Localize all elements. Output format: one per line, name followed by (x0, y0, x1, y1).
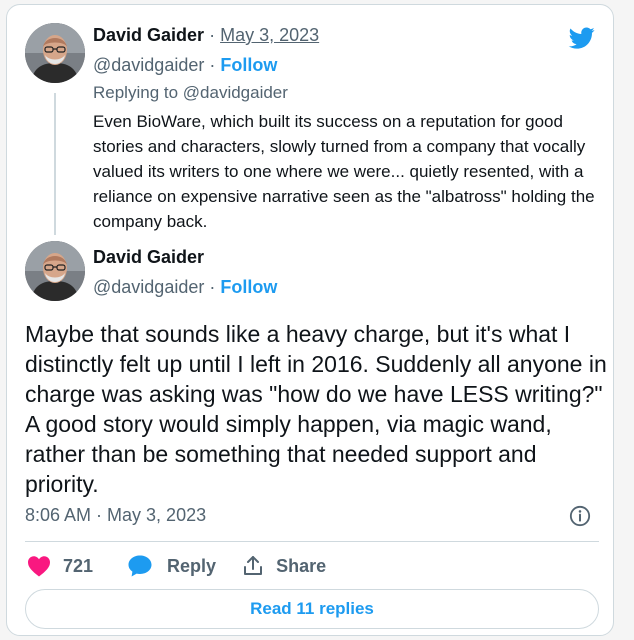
tweet-text: Maybe that sounds like a heavy charge, b… (25, 321, 607, 497)
tweet-date-link[interactable]: May 3, 2023 (220, 25, 319, 45)
twitter-bird-icon[interactable] (567, 25, 597, 51)
avatar[interactable] (25, 241, 85, 301)
thread-connector-line (54, 93, 56, 235)
replying-to-label[interactable]: Replying to @davidgaider (93, 83, 288, 103)
share-upload-icon (244, 556, 263, 575)
like-action[interactable]: 721 (27, 555, 127, 577)
tweet-embed-card: David Gaider · May 3, 2023 @davidgaider … (6, 4, 614, 636)
avatar-image (25, 23, 85, 83)
reply-label: Reply (167, 555, 217, 576)
avatar-image (25, 241, 85, 301)
follow-button[interactable]: Follow (220, 277, 277, 297)
separator-dot: · (209, 55, 216, 75)
info-icon[interactable] (569, 505, 591, 527)
divider (25, 541, 599, 542)
author-name[interactable]: David Gaider (93, 25, 204, 45)
avatar[interactable] (25, 23, 85, 83)
tweet-timestamp[interactable]: 8:06 AM · May 3, 2023 (25, 505, 206, 526)
separator-dot: · (209, 277, 216, 297)
author-handle[interactable]: @davidgaider (93, 277, 204, 297)
quoted-tweet-text: Even BioWare, which built its success on… (93, 112, 595, 231)
speech-bubble-icon (128, 555, 152, 577)
tweet-actions-bar: 721 Reply Share (27, 553, 326, 579)
read-replies-button[interactable]: Read 11 replies (25, 589, 599, 629)
separator-dot: · (209, 25, 216, 45)
author-handle[interactable]: @davidgaider (93, 55, 204, 75)
author-name[interactable]: David Gaider (93, 247, 204, 268)
reply-button[interactable]: Reply (127, 554, 242, 578)
heart-icon (28, 556, 50, 577)
share-label: Share (276, 555, 327, 576)
like-count: 721 (63, 555, 94, 576)
follow-button[interactable]: Follow (220, 55, 277, 75)
share-button[interactable]: Share (242, 555, 326, 577)
